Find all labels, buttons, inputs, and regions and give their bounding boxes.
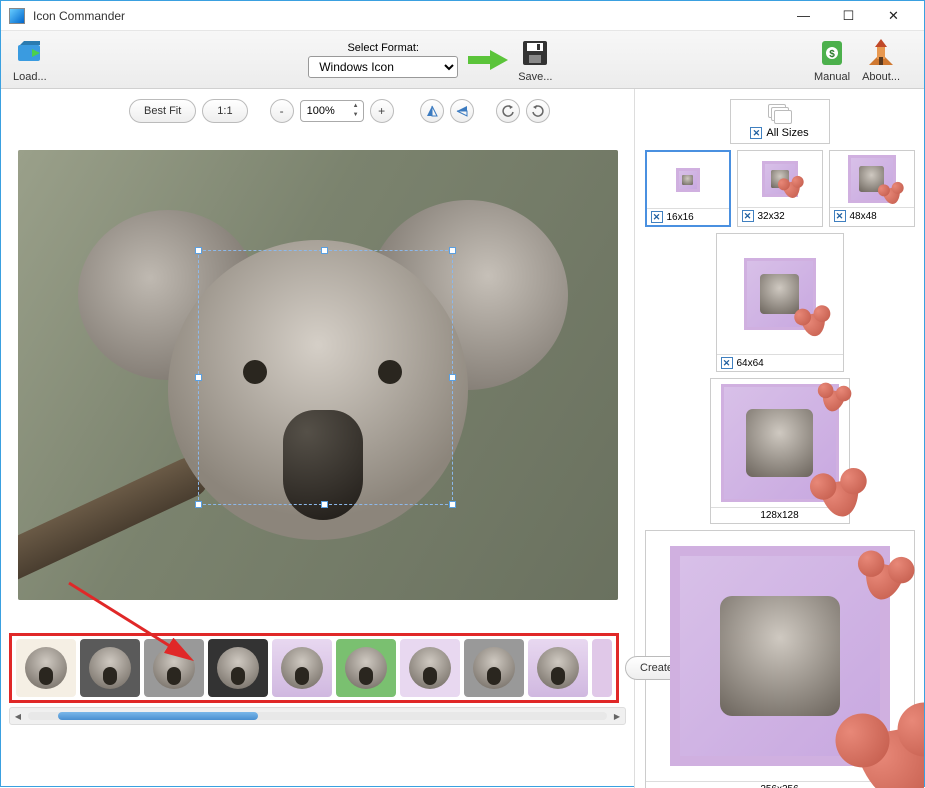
template-thumb[interactable]: [80, 639, 140, 697]
load-icon: [14, 37, 46, 69]
arrow-icon: [468, 48, 508, 72]
close-button[interactable]: ✕: [871, 2, 916, 30]
size-label: 256x256: [760, 784, 798, 788]
title-bar: Icon Commander — ☐ ✕: [1, 1, 924, 31]
rotate-left-button[interactable]: [496, 99, 520, 123]
size-card-32[interactable]: ✕ 32x32: [737, 150, 823, 227]
size-label: 16x16: [667, 212, 694, 223]
checkbox-icon[interactable]: ✕: [742, 210, 754, 222]
size-card-64[interactable]: ✕ 64x64: [716, 233, 844, 372]
crop-selection[interactable]: [198, 250, 453, 505]
scroll-left-icon[interactable]: ◀: [10, 708, 26, 724]
template-thumb[interactable]: [464, 639, 524, 697]
template-thumb[interactable]: [400, 639, 460, 697]
template-thumb[interactable]: [528, 639, 588, 697]
flip-vertical-button[interactable]: [450, 99, 474, 123]
format-selector: Select Format: Windows Icon: [308, 42, 458, 78]
zoom-out-button[interactable]: -: [270, 99, 294, 123]
checkbox-icon[interactable]: ✕: [834, 210, 846, 222]
svg-text:$: $: [829, 49, 835, 60]
template-thumb[interactable]: [208, 639, 268, 697]
best-fit-button[interactable]: Best Fit: [129, 99, 196, 123]
size-card-16[interactable]: ✕ 16x16: [645, 150, 731, 227]
size-card-48[interactable]: ✕ 48x48: [829, 150, 915, 227]
flip-horizontal-button[interactable]: [420, 99, 444, 123]
image-preview[interactable]: [9, 135, 626, 615]
view-toolbar: Best Fit 1:1 - ▲▼ +: [9, 93, 626, 129]
one-to-one-button[interactable]: 1:1: [202, 99, 247, 123]
size-label: 64x64: [737, 358, 764, 369]
format-label: Select Format:: [347, 42, 419, 54]
save-label: Save...: [518, 71, 552, 83]
template-thumb[interactable]: [592, 639, 612, 697]
about-label: About...: [862, 71, 900, 83]
template-strip: [9, 633, 619, 703]
size-card-128[interactable]: 128x128: [710, 378, 850, 524]
size-card-256[interactable]: 256x256: [645, 530, 915, 788]
window-title: Icon Commander: [33, 9, 781, 23]
about-button[interactable]: About...: [862, 37, 900, 83]
template-scrollbar[interactable]: ◀ ▶: [9, 707, 626, 725]
template-thumb[interactable]: [144, 639, 204, 697]
manual-label: Manual: [814, 71, 850, 83]
checkbox-icon[interactable]: ✕: [721, 357, 733, 369]
template-thumb[interactable]: [336, 639, 396, 697]
zoom-in-button[interactable]: +: [370, 99, 394, 123]
save-button[interactable]: Save...: [518, 37, 552, 83]
main-toolbar: Load... Select Format: Windows Icon Save…: [1, 31, 924, 89]
manual-button[interactable]: $ Manual: [814, 37, 850, 83]
template-thumb[interactable]: [16, 639, 76, 697]
about-icon: [865, 37, 897, 69]
all-sizes-label: All Sizes: [766, 127, 808, 139]
load-label: Load...: [13, 71, 47, 83]
size-label: 32x32: [758, 211, 785, 222]
manual-icon: $: [816, 37, 848, 69]
scroll-right-icon[interactable]: ▶: [609, 708, 625, 724]
size-label: 48x48: [850, 211, 877, 222]
size-label: 128x128: [760, 510, 798, 521]
maximize-button[interactable]: ☐: [826, 2, 871, 30]
rotate-right-button[interactable]: [526, 99, 550, 123]
minimize-button[interactable]: —: [781, 2, 826, 30]
zoom-spinner[interactable]: ▲▼: [350, 102, 362, 120]
checkbox-icon[interactable]: ✕: [750, 127, 762, 139]
save-icon: [519, 37, 551, 69]
checkbox-icon[interactable]: ✕: [651, 211, 663, 223]
all-sizes-node[interactable]: ✕ All Sizes: [730, 99, 830, 144]
load-button[interactable]: Load...: [13, 37, 47, 83]
format-dropdown[interactable]: Windows Icon: [308, 56, 458, 78]
sizes-panel: ✕ All Sizes ✕ 16x16 ✕ 32x32 ✕ 48x48 ✕ 64x64 1…: [634, 89, 924, 788]
stack-icon: [768, 104, 792, 124]
template-thumb[interactable]: [272, 639, 332, 697]
app-icon: [9, 8, 25, 24]
